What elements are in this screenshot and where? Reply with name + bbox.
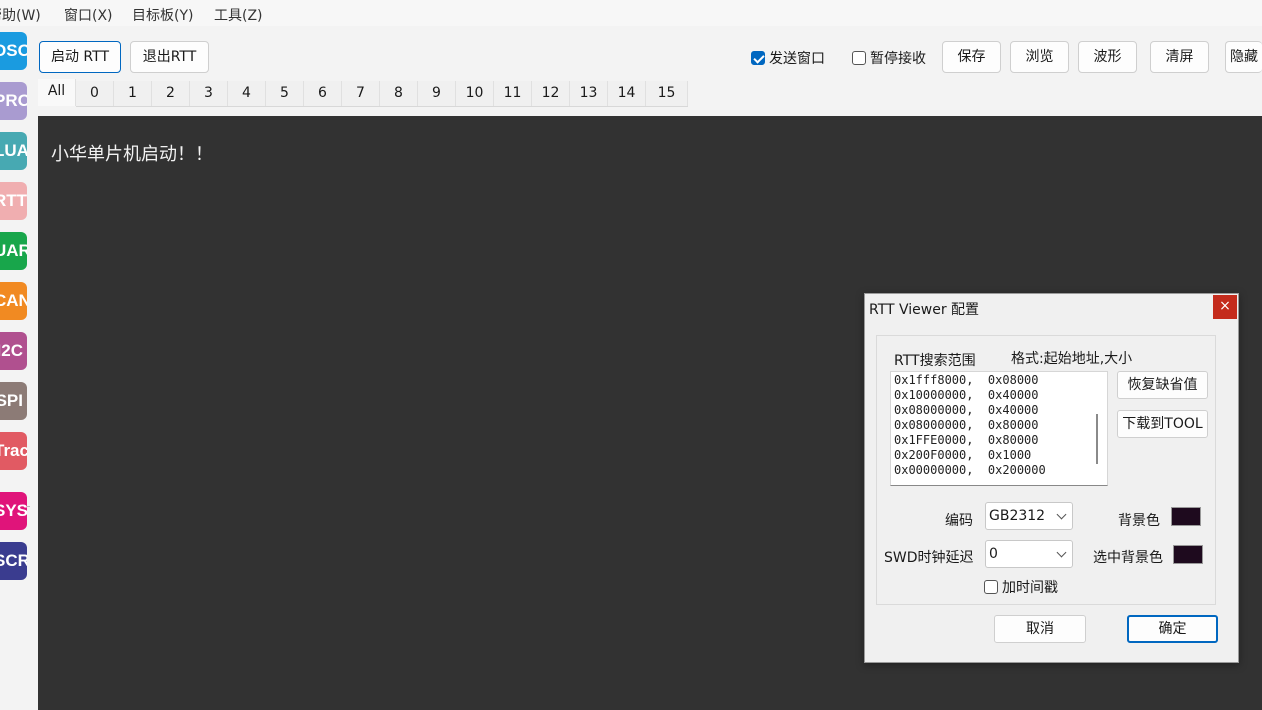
sidebar: DSO PROG LUA RTT UART CAN I2C SPI Trace … (0, 26, 36, 710)
range-line: 0x00000000, 0x200000 (894, 463, 1046, 477)
browse-button[interactable]: 浏览 (1010, 41, 1069, 73)
search-range-textarea[interactable]: 0x1fff8000, 0x08000 0x10000000, 0x40000 … (890, 371, 1108, 486)
tab-6[interactable]: 6 (304, 81, 342, 106)
selected-bg-color-label: 选中背景色 (1093, 550, 1163, 566)
menu-target-board[interactable]: 目标板(Y) (132, 5, 193, 25)
hide-button[interactable]: 隐藏 (1225, 41, 1262, 73)
start-rtt-button[interactable]: 启动 RTT (39, 41, 121, 73)
encoding-value: GB2312 (989, 508, 1046, 524)
sidebar-item-spi[interactable]: SPI (0, 382, 27, 420)
tabs-underline (76, 106, 688, 107)
search-range-label: RTT搜索范围 (894, 353, 976, 369)
tab-0[interactable]: 0 (76, 81, 114, 106)
tab-11[interactable]: 11 (494, 81, 532, 106)
chevron-down-icon (1056, 547, 1067, 558)
download-to-tool-button[interactable]: 下载到TOOL (1117, 410, 1208, 438)
close-icon[interactable]: × (1213, 295, 1237, 319)
sidebar-item-sys[interactable]: SYS (0, 492, 27, 530)
tab-9[interactable]: 9 (418, 81, 456, 106)
timestamp-label: 加时间戳 (1002, 580, 1058, 596)
sidebar-item-prog[interactable]: PROG (0, 82, 27, 120)
ok-button[interactable]: 确定 (1127, 615, 1218, 643)
swd-delay-label: SWD时钟延迟 (884, 550, 974, 566)
bg-color-label: 背景色 (1118, 513, 1160, 529)
tab-1[interactable]: 1 (114, 81, 152, 106)
checkbox-checked-icon (751, 51, 765, 65)
rtt-config-dialog: RTT Viewer 配置 × RTT搜索范围 格式:起始地址,大小 0x1ff… (864, 293, 1239, 663)
range-line: 0x1FFE0000, 0x80000 (894, 433, 1039, 447)
tab-14[interactable]: 14 (608, 81, 646, 106)
menu-bar: 帮助(W) 窗口(X) 目标板(Y) 工具(Z) (0, 0, 1262, 26)
range-line: 0x200F0000, 0x1000 (894, 448, 1032, 462)
encoding-label: 编码 (945, 513, 973, 529)
pause-receive-checkbox[interactable]: 暂停接收 (852, 50, 926, 68)
tab-3[interactable]: 3 (190, 81, 228, 106)
tab-4[interactable]: 4 (228, 81, 266, 106)
range-line: 0x08000000, 0x40000 (894, 403, 1039, 417)
tab-12[interactable]: 12 (532, 81, 570, 106)
sidebar-item-i2c[interactable]: I2C (0, 332, 27, 370)
tab-15[interactable]: 15 (646, 81, 688, 106)
tab-5[interactable]: 5 (266, 81, 304, 106)
pause-receive-label: 暂停接收 (870, 51, 926, 67)
clear-screen-button[interactable]: 清屏 (1150, 41, 1209, 73)
tab-13[interactable]: 13 (570, 81, 608, 106)
send-window-checkbox[interactable]: 发送窗口 (751, 50, 825, 68)
sidebar-item-dso[interactable]: DSO (0, 32, 27, 70)
tab-2[interactable]: 2 (152, 81, 190, 106)
tab-8[interactable]: 8 (380, 81, 418, 106)
sidebar-item-rtt[interactable]: RTT (0, 182, 27, 220)
sidebar-item-lua[interactable]: LUA (0, 132, 27, 170)
sidebar-item-scr[interactable]: SCR (0, 542, 27, 580)
sidebar-item-trace[interactable]: Trace (0, 432, 27, 470)
timestamp-checkbox[interactable]: 加时间戳 (984, 579, 1058, 597)
send-window-label: 发送窗口 (769, 51, 825, 67)
menu-tools[interactable]: 工具(Z) (214, 5, 263, 25)
chevron-down-icon (1056, 509, 1067, 520)
tab-7[interactable]: 7 (342, 81, 380, 106)
range-line: 0x10000000, 0x40000 (894, 388, 1039, 402)
textarea-scrollbar[interactable] (1096, 414, 1098, 464)
sidebar-item-uart[interactable]: UART (0, 232, 27, 270)
swd-delay-select[interactable]: 0 (985, 540, 1073, 568)
restore-default-button[interactable]: 恢复缺省值 (1117, 371, 1208, 399)
bg-color-swatch[interactable] (1171, 507, 1201, 526)
dialog-title: RTT Viewer 配置 (869, 302, 980, 318)
cancel-button[interactable]: 取消 (994, 615, 1086, 643)
checkbox-unchecked-icon (984, 580, 998, 594)
selected-bg-color-swatch[interactable] (1173, 545, 1203, 564)
terminal-line: 小华单片机启动！！ (51, 144, 213, 165)
tab-10[interactable]: 10 (456, 81, 494, 106)
menu-help[interactable]: 帮助(W) (0, 5, 41, 25)
sidebar-item-can[interactable]: CAN (0, 282, 27, 320)
format-label: 格式:起始地址,大小 (1011, 351, 1133, 367)
range-line: 0x08000000, 0x80000 (894, 418, 1039, 432)
tab-all[interactable]: All (38, 79, 76, 106)
waveform-button[interactable]: 波形 (1078, 41, 1137, 73)
exit-rtt-button[interactable]: 退出RTT (130, 41, 209, 73)
save-button[interactable]: 保存 (942, 41, 1001, 73)
range-line: 0x1fff8000, 0x08000 (894, 373, 1039, 387)
encoding-select[interactable]: GB2312 (985, 502, 1073, 530)
swd-delay-value: 0 (989, 546, 998, 562)
menu-window[interactable]: 窗口(X) (64, 5, 113, 25)
checkbox-unchecked-icon (852, 51, 866, 65)
